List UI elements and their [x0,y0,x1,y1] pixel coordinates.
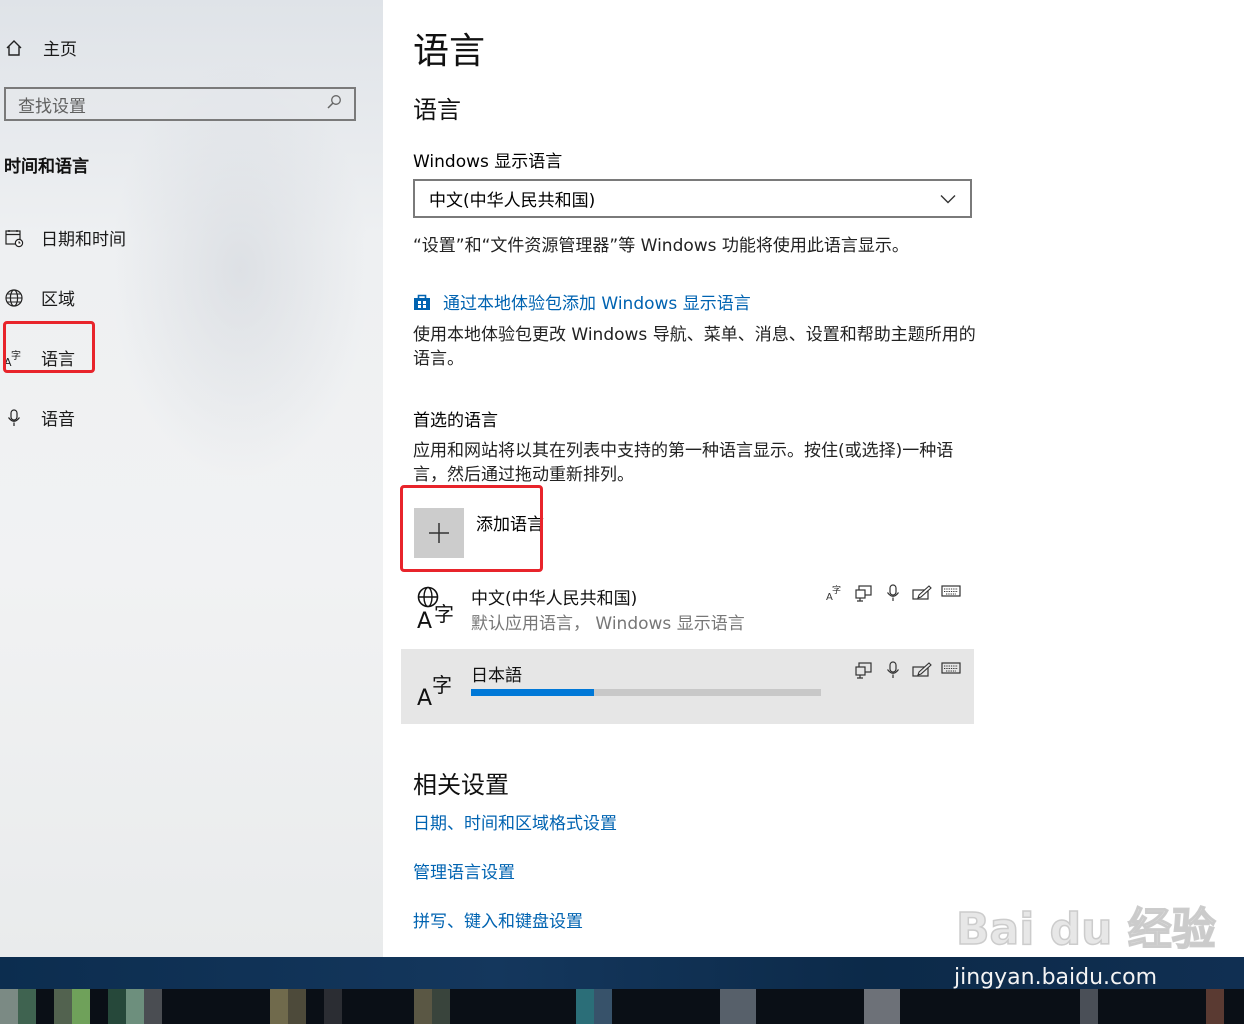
page-title: 语言 [413,31,486,72]
svg-text:字: 字 [11,349,21,362]
language-glyph-icon: A字 [415,669,455,715]
handwriting-feature-icon [912,661,932,683]
home-label: 主页 [43,40,77,60]
sidebar-item-label: 区域 [41,290,75,310]
section-heading: 语言 [413,96,461,124]
microphone-icon [3,407,25,429]
sidebar: 主页 查找设置 时间和语言 日期和时间 区域 A字 语言 语音 [0,0,383,957]
language-name: 日本語 [471,666,522,686]
lxp-description: 使用本地体验包更改 Windows 导航、菜单、消息、设置和帮助主题所用的语言。 [413,325,976,369]
language-item-chinese[interactable]: A字 中文(中华人民共和国) 默认应用语言， Windows 显示语言 A字 [401,578,974,640]
language-icon: A字 [3,347,25,369]
text-to-speech-feature-icon [854,584,874,606]
add-language-button[interactable]: 添加语言 [414,508,544,558]
related-settings-title: 相关设置 [413,771,509,799]
sidebar-item-label: 语音 [41,410,75,430]
display-language-feature-icon: A字 [825,584,845,606]
add-lxp-link-text: 通过本地体验包添加 Windows 显示语言 [443,294,751,314]
search-icon [326,94,342,115]
sidebar-item-label: 语言 [41,350,75,370]
section-title: 时间和语言 [4,157,89,177]
language-status: 默认应用语言， Windows 显示语言 [471,614,745,634]
display-language-glyph-icon: A字 [415,584,459,636]
svg-text:A: A [417,686,432,709]
display-language-dropdown[interactable]: 中文(中华人民共和国) [413,179,972,218]
sidebar-item-label: 日期和时间 [41,230,126,250]
taskbar [0,957,1244,1024]
speech-feature-icon [883,661,903,683]
display-language-value: 中文(中华人民共和国) [429,191,596,211]
add-language-label: 添加语言 [476,515,544,535]
sidebar-item-speech[interactable]: 语音 [3,405,75,430]
download-progress-bar [471,689,821,696]
globe-icon [3,287,25,309]
display-language-note: “设置”和“文件资源管理器”等 Windows 功能将使用此语言显示。 [413,236,909,256]
preferred-languages-title: 首选的语言 [413,411,498,431]
display-language-label: Windows 显示语言 [413,152,563,172]
svg-text:字: 字 [434,602,454,626]
chevron-down-icon [940,189,956,209]
svg-text:A: A [417,609,432,630]
plus-icon [414,508,464,558]
svg-text:字: 字 [432,673,452,697]
add-lxp-link[interactable]: 通过本地体验包添加 Windows 显示语言 [413,289,751,314]
language-name: 中文(中华人民共和国) [471,589,638,609]
language-features: A字 [825,584,961,606]
admin-language-settings-link[interactable]: 管理语言设置 [413,858,515,883]
settings-window: 主页 查找设置 时间和语言 日期和时间 区域 A字 语言 语音 语言 语言 Wi… [0,0,1244,957]
speech-feature-icon [883,584,903,606]
main-content: 语言 语言 Windows 显示语言 中文(中华人民共和国) “设置”和“文件资… [383,0,1244,957]
home-nav[interactable]: 主页 [3,35,77,60]
date-time-region-format-link[interactable]: 日期、时间和区域格式设置 [413,809,617,834]
search-placeholder: 查找设置 [18,96,86,117]
language-features [854,661,961,683]
sidebar-item-datetime[interactable]: 日期和时间 [3,225,126,250]
svg-text:字: 字 [832,584,841,596]
keyboard-feature-icon [941,661,961,683]
preferred-languages-description: 应用和网站将以其在列表中支持的第一种语言显示。按住(或选择)一种语言，然后通过拖… [413,441,954,485]
search-input[interactable]: 查找设置 [4,87,356,121]
handwriting-feature-icon [912,584,932,606]
home-icon [3,37,25,59]
keyboard-feature-icon [941,584,961,606]
store-icon [413,293,431,311]
sidebar-item-region[interactable]: 区域 [3,285,75,310]
text-to-speech-feature-icon [854,661,874,683]
sidebar-item-language[interactable]: A字 语言 [3,345,75,371]
download-progress-fill [471,689,594,696]
language-item-japanese[interactable]: A字 日本語 [401,649,974,724]
calendar-clock-icon [3,227,25,249]
spelling-typing-keyboard-link[interactable]: 拼写、键入和键盘设置 [413,907,583,932]
